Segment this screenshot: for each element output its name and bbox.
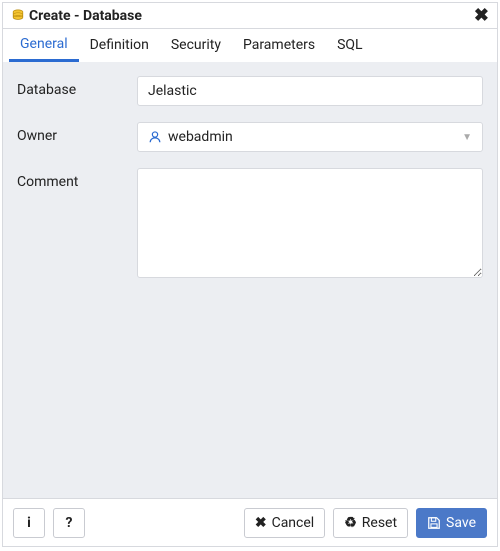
tab-sql[interactable]: SQL xyxy=(326,29,373,62)
cancel-label: Cancel xyxy=(272,516,315,530)
close-icon[interactable]: ✖ xyxy=(474,7,489,25)
reset-label: Reset xyxy=(362,516,397,530)
comment-label: Comment xyxy=(17,168,137,190)
close-x-icon: ✖ xyxy=(255,516,267,530)
tab-parameters[interactable]: Parameters xyxy=(232,29,326,62)
row-database: Database xyxy=(17,76,483,106)
reset-button[interactable]: ♻ Reset xyxy=(333,508,408,538)
help-icon: ? xyxy=(66,516,73,530)
save-floppy-icon xyxy=(427,516,441,530)
cancel-button[interactable]: ✖ Cancel xyxy=(244,508,325,538)
info-icon: i xyxy=(27,516,31,530)
comment-textarea[interactable] xyxy=(137,168,483,278)
titlebar: Create - Database ✖ xyxy=(3,3,497,29)
tab-security[interactable]: Security xyxy=(160,29,232,62)
database-label: Database xyxy=(17,76,137,98)
footer: i ? ✖ Cancel ♻ Reset Save xyxy=(3,498,497,546)
chevron-down-icon: ▼ xyxy=(462,132,472,143)
row-owner: Owner webadmin ▼ xyxy=(17,122,483,152)
user-icon xyxy=(148,130,162,144)
owner-select[interactable]: webadmin ▼ xyxy=(137,122,483,152)
tab-definition[interactable]: Definition xyxy=(79,29,160,62)
tabs: General Definition Security Parameters S… xyxy=(3,29,497,62)
owner-value: webadmin xyxy=(168,129,456,145)
form-body: Database Owner webadmin xyxy=(3,62,497,498)
info-button[interactable]: i xyxy=(13,508,45,538)
database-icon xyxy=(11,9,25,23)
row-comment: Comment xyxy=(17,168,483,282)
help-button[interactable]: ? xyxy=(53,508,85,538)
save-button[interactable]: Save xyxy=(416,508,487,538)
save-label: Save xyxy=(446,516,476,530)
database-input[interactable] xyxy=(137,76,483,106)
owner-label: Owner xyxy=(17,122,137,144)
create-database-dialog: Create - Database ✖ General Definition S… xyxy=(2,2,498,547)
tab-general[interactable]: General xyxy=(9,29,79,62)
window-title: Create - Database xyxy=(29,8,474,24)
recycle-icon: ♻ xyxy=(344,516,357,530)
